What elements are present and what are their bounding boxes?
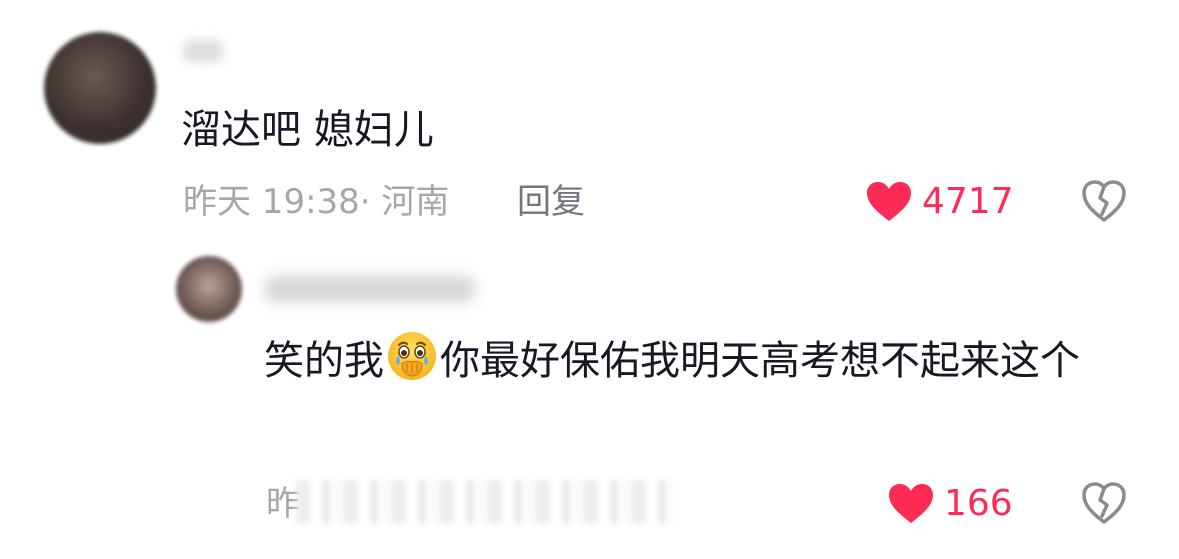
crying-emoji (386, 330, 438, 400)
heart-icon (889, 484, 933, 523)
reply-text-after: 你最好保佑我明天高考想不起来这个 (440, 338, 1080, 384)
reply-button[interactable]: 回复 (517, 180, 585, 224)
broken-heart-icon (1082, 482, 1126, 524)
reply-timestamp-obscured (296, 480, 676, 524)
commenter-username-blurred[interactable] (183, 40, 223, 62)
like-button[interactable]: 4717 (866, 178, 1014, 226)
reply-text-before: 笑的我 (264, 338, 384, 384)
reply-like-count: 166 (944, 483, 1013, 524)
comment-text: 溜达吧 媳妇儿 (181, 107, 434, 153)
reply-like-button[interactable]: 166 (888, 480, 1013, 528)
replier-username-blurred[interactable] (265, 276, 475, 302)
reply-text: 笑的我 你最好保佑我明天高考想不起来这个 (264, 330, 1144, 400)
comment-timestamp-location: 昨天 19:38· 河南 (183, 182, 450, 222)
reply-dislike-button[interactable] (1080, 480, 1128, 528)
dislike-button[interactable] (1080, 178, 1128, 226)
heart-icon (867, 182, 911, 221)
broken-heart-icon (1082, 180, 1126, 222)
replier-avatar[interactable] (176, 256, 242, 322)
reply-timestamp: 昨 (266, 484, 300, 524)
commenter-avatar[interactable] (44, 32, 156, 144)
like-count: 4717 (922, 181, 1014, 222)
